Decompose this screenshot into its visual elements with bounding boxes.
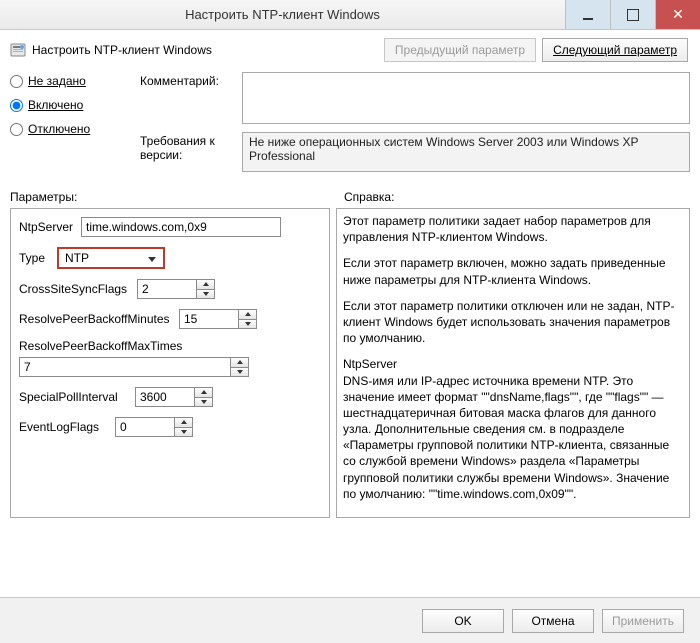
options-panel: NtpServer Type NTP CrossSiteSyncFlags Re… (10, 208, 330, 518)
maximize-button[interactable] (610, 0, 655, 29)
spinner-down-icon[interactable] (239, 319, 256, 329)
eventlog-input[interactable] (116, 418, 174, 436)
resolvemax-spinner[interactable] (19, 357, 249, 377)
specialpoll-label: SpecialPollInterval (19, 390, 127, 404)
spinner-up-icon[interactable] (239, 310, 256, 319)
eventlog-spinner[interactable] (115, 417, 193, 437)
resolvemax-label: ResolvePeerBackoffMaxTimes (19, 339, 321, 353)
ntpserver-label: NtpServer (19, 220, 73, 234)
resolvemin-spinner[interactable] (179, 309, 257, 329)
options-section-label: Параметры: (10, 190, 330, 204)
window-title: Настроить NTP-клиент Windows (0, 7, 565, 22)
help-paragraph: Этот параметр политики задает набор пара… (343, 213, 683, 245)
requirements-text: Не ниже операционных систем Windows Serv… (242, 132, 690, 172)
state-not-configured-radio[interactable] (10, 75, 23, 88)
previous-setting-button[interactable]: Предыдущий параметр (384, 38, 536, 62)
spinner-up-icon[interactable] (175, 418, 192, 427)
minimize-button[interactable] (565, 0, 610, 29)
requirements-label: Требования к версии: (140, 132, 234, 172)
eventlog-label: EventLogFlags (19, 420, 107, 434)
titlebar: Настроить NTP-клиент Windows (0, 0, 700, 30)
spinner-down-icon[interactable] (175, 427, 192, 437)
type-combobox[interactable]: NTP (57, 247, 165, 269)
help-paragraph: Если этот параметр политики отключен или… (343, 298, 683, 347)
state-not-configured-label[interactable]: Не задано (28, 74, 86, 88)
chevron-down-icon (145, 251, 159, 265)
help-subtitle: NtpServer (343, 356, 683, 372)
policy-icon (10, 42, 26, 58)
next-setting-button[interactable]: Следующий параметр (542, 38, 688, 62)
comment-textarea[interactable] (242, 72, 690, 124)
spinner-up-icon[interactable] (195, 388, 212, 397)
state-disabled-radio[interactable] (10, 123, 23, 136)
help-paragraph: Если этот параметр включен, можно задать… (343, 255, 683, 287)
ok-button[interactable]: OK (422, 609, 504, 633)
crosssite-input[interactable] (138, 280, 196, 298)
crosssite-label: CrossSiteSyncFlags (19, 282, 129, 296)
state-enabled-radio[interactable] (10, 99, 23, 112)
policy-title: Настроить NTP-клиент Windows (32, 43, 212, 57)
spinner-up-icon[interactable] (231, 358, 248, 367)
resolvemin-label: ResolvePeerBackoffMinutes (19, 312, 171, 326)
state-enabled-label[interactable]: Включено (28, 98, 83, 112)
state-disabled-label[interactable]: Отключено (28, 122, 90, 136)
spinner-up-icon[interactable] (197, 280, 214, 289)
resolvemin-input[interactable] (180, 310, 238, 328)
specialpoll-input[interactable] (136, 388, 194, 406)
crosssite-spinner[interactable] (137, 279, 215, 299)
help-paragraph: DNS-имя или IP-адрес источника времени N… (343, 373, 683, 503)
close-button[interactable] (655, 0, 700, 29)
window-buttons (565, 0, 700, 29)
help-section-label: Справка: (344, 190, 690, 204)
spinner-down-icon[interactable] (197, 289, 214, 299)
resolvemax-input[interactable] (20, 358, 230, 376)
spinner-down-icon[interactable] (231, 367, 248, 377)
ntpserver-input[interactable] (81, 217, 281, 237)
spinner-down-icon[interactable] (195, 397, 212, 407)
help-panel[interactable]: Этот параметр политики задает набор пара… (336, 208, 690, 518)
type-combobox-value: NTP (65, 251, 89, 265)
comment-label: Комментарий: (140, 72, 234, 124)
specialpoll-spinner[interactable] (135, 387, 213, 407)
dialog-footer: OK Отмена Применить (0, 597, 700, 643)
type-label: Type (19, 251, 49, 265)
apply-button[interactable]: Применить (602, 609, 684, 633)
cancel-button[interactable]: Отмена (512, 609, 594, 633)
